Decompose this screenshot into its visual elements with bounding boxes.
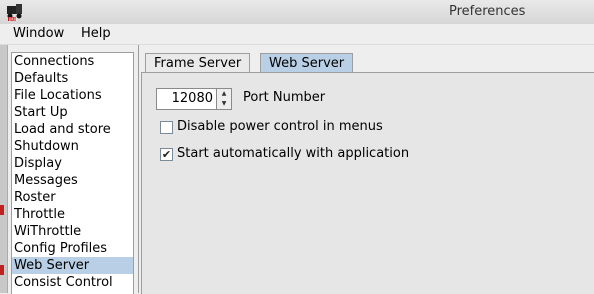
sidebar-item-start-up[interactable]: Start Up — [12, 104, 133, 121]
spinner-down-icon[interactable]: ▼ — [216, 99, 231, 109]
sidebar-item-roster[interactable]: Roster — [12, 189, 133, 206]
start-automatically-label[interactable]: Start automatically with application — [177, 146, 409, 161]
sidebar-item-config-profiles[interactable]: Config Profiles — [12, 240, 133, 257]
sidebar-item-load-and-store[interactable]: Load and store — [12, 121, 133, 138]
sidebar-item-consist-control[interactable]: Consist Control — [12, 274, 133, 291]
port-number-value[interactable]: 12080 — [172, 91, 213, 106]
sidebar-item-display[interactable]: Display — [12, 155, 133, 172]
app-logo-icon[interactable]: JMRI — [5, 2, 27, 22]
tab-web-server[interactable]: Web Server — [260, 53, 354, 74]
tab-frame-server[interactable]: Frame Server — [145, 53, 251, 73]
menu-bar: Window Help — [0, 24, 594, 45]
split-pane-divider[interactable] — [138, 45, 139, 293]
background-window-edge — [0, 45, 8, 293]
sidebar-item-withrottle[interactable]: WiThrottle — [12, 223, 133, 240]
svg-text:JMRI: JMRI — [8, 17, 18, 22]
sidebar-item-web-server[interactable]: Web Server — [12, 257, 133, 274]
disable-power-label[interactable]: Disable power control in menus — [177, 119, 383, 134]
menu-help[interactable]: Help — [81, 26, 111, 41]
sidebar-item-throttle[interactable]: Throttle — [12, 206, 133, 223]
menu-window[interactable]: Window — [13, 26, 64, 41]
port-number-label: Port Number — [243, 90, 326, 105]
spinner-up-icon[interactable]: ▲ — [216, 89, 231, 99]
sidebar-item-messages[interactable]: Messages — [12, 172, 133, 189]
disable-power-checkbox[interactable] — [160, 121, 173, 134]
start-automatically-checkbox[interactable]: ✔ — [160, 148, 173, 161]
sidebar-item-file-locations[interactable]: File Locations — [12, 87, 133, 104]
port-number-spinner[interactable]: 12080 ▲ ▼ — [156, 88, 232, 110]
sidebar-item-shutdown[interactable]: Shutdown — [12, 138, 133, 155]
sidebar-item-connections[interactable]: Connections — [12, 53, 133, 70]
sidebar-item-defaults[interactable]: Defaults — [12, 70, 133, 87]
preferences-category-list[interactable]: Connections Defaults File Locations Star… — [11, 52, 134, 294]
window-title: Preferences — [449, 4, 526, 19]
title-bar: JMRI Preferences — [0, 0, 594, 25]
